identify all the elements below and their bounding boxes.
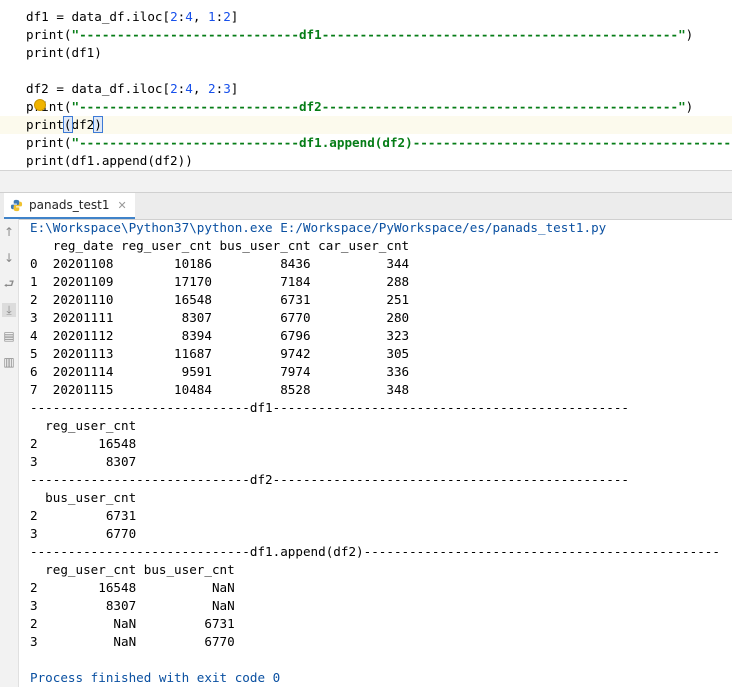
console-line: 2 6731 bbox=[30, 508, 137, 523]
code-line-1[interactable]: df1 = data_df.iloc[2:4, 1:2] bbox=[26, 8, 238, 26]
code-token: 2 bbox=[223, 9, 231, 24]
console-line: 2 16548 NaN bbox=[30, 580, 235, 595]
code-line-3[interactable]: print(df1) bbox=[26, 44, 102, 62]
console-line: 2 16548 bbox=[30, 436, 137, 451]
close-icon[interactable]: ✕ bbox=[117, 199, 126, 212]
console-line: 3 6770 bbox=[30, 526, 137, 541]
code-token: print(df2) bbox=[26, 116, 103, 133]
code-token: ) bbox=[685, 27, 694, 42]
code-token: "-----------------------------df1.append… bbox=[71, 135, 732, 150]
console-line: 5 20201113 11687 9742 305 bbox=[30, 346, 410, 361]
code-token: print( bbox=[26, 135, 72, 150]
code-token: 2 bbox=[208, 81, 216, 96]
console-line: 3 8307 NaN bbox=[30, 598, 235, 613]
console-line: -----------------------------df1.append(… bbox=[30, 544, 720, 559]
code-line-7-current[interactable]: print(df2) bbox=[0, 116, 732, 134]
code-editor[interactable]: df1 = data_df.iloc[2:4, 1:2] print("----… bbox=[0, 0, 732, 170]
process-exit-message: Process finished with exit code 0 bbox=[30, 670, 281, 685]
code-token: 2 bbox=[170, 9, 178, 24]
console-line: -----------------------------df1--------… bbox=[30, 400, 629, 415]
soft-wrap-icon[interactable]: ⮐ bbox=[2, 277, 16, 291]
code-token: print( bbox=[26, 99, 72, 114]
code-token: ) bbox=[685, 99, 694, 114]
code-line-9[interactable]: print(df1.append(df2)) bbox=[26, 152, 193, 170]
console-line: 1 20201109 17170 7184 288 bbox=[30, 274, 410, 289]
intention-bulb-icon[interactable] bbox=[34, 99, 46, 111]
scroll-up-icon[interactable]: ↑ bbox=[2, 225, 16, 239]
code-token: print(df1) bbox=[26, 45, 102, 60]
code-line-2[interactable]: print("-----------------------------df1-… bbox=[26, 26, 693, 44]
console-line: 7 20201115 10484 8528 348 bbox=[30, 382, 410, 397]
run-toolbar: ↑ ↓ ⮐ ⤓ ▤ ▥ bbox=[0, 219, 19, 687]
code-token: 4 bbox=[185, 9, 193, 24]
console-line: reg_user_cnt bus_user_cnt bbox=[30, 562, 235, 577]
console-line: 3 8307 bbox=[30, 454, 137, 469]
python-file-icon bbox=[10, 199, 23, 211]
code-token: "-----------------------------df2-------… bbox=[71, 99, 686, 114]
console-line: bus_user_cnt bbox=[30, 490, 137, 505]
console-line: 3 NaN 6770 bbox=[30, 634, 235, 649]
print-icon[interactable]: ▤ bbox=[2, 329, 16, 343]
run-tab[interactable]: panads_test1 ✕ bbox=[4, 193, 135, 219]
code-token: print(df1.append(df2)) bbox=[26, 153, 193, 168]
code-line-5[interactable]: df2 = data_df.iloc[2:4, 2:3] bbox=[26, 80, 238, 98]
code-token: ] bbox=[230, 9, 239, 24]
code-token: , bbox=[192, 9, 209, 24]
code-line-6[interactable]: print("-----------------------------df2-… bbox=[26, 98, 693, 116]
console-line: 2 NaN 6731 bbox=[30, 616, 235, 631]
console-line: 4 20201112 8394 6796 323 bbox=[30, 328, 410, 343]
console-line: 0 20201108 10186 8436 344 bbox=[30, 256, 410, 271]
code-token: "-----------------------------df1-------… bbox=[71, 27, 686, 42]
clear-all-icon[interactable]: ▥ bbox=[2, 355, 16, 369]
run-tab-label: panads_test1 bbox=[29, 198, 110, 212]
run-tab-bar: panads_test1 ✕ bbox=[0, 192, 732, 220]
console-line: -----------------------------df2--------… bbox=[30, 472, 629, 487]
code-token: df1 = data_df.iloc[ bbox=[26, 9, 171, 24]
console-line: 2 20201110 16548 6731 251 bbox=[30, 292, 410, 307]
code-token: 4 bbox=[185, 81, 193, 96]
code-token: , bbox=[192, 81, 209, 96]
console-line: reg_user_cnt bbox=[30, 418, 137, 433]
console-line: 3 20201111 8307 6770 280 bbox=[30, 310, 410, 325]
code-token: df2 = data_df.iloc[ bbox=[26, 81, 171, 96]
scroll-to-end-icon[interactable]: ⤓ bbox=[2, 303, 16, 317]
code-token: ] bbox=[230, 81, 239, 96]
code-token: print( bbox=[26, 27, 72, 42]
console-command: E:\Workspace\Python37\python.exe E:/Work… bbox=[30, 220, 607, 235]
scroll-down-icon[interactable]: ↓ bbox=[2, 251, 16, 265]
code-line-8[interactable]: print("-----------------------------df1.… bbox=[26, 134, 732, 152]
code-token: 3 bbox=[223, 81, 231, 96]
code-token: 1 bbox=[208, 9, 216, 24]
console-output[interactable]: E:\Workspace\Python37\python.exe E:/Work… bbox=[22, 219, 732, 687]
console-line: 6 20201114 9591 7974 336 bbox=[30, 364, 410, 379]
code-token: 2 bbox=[170, 81, 178, 96]
panel-separator[interactable] bbox=[0, 170, 732, 193]
console-line: reg_date reg_user_cnt bus_user_cnt car_u… bbox=[30, 238, 410, 253]
